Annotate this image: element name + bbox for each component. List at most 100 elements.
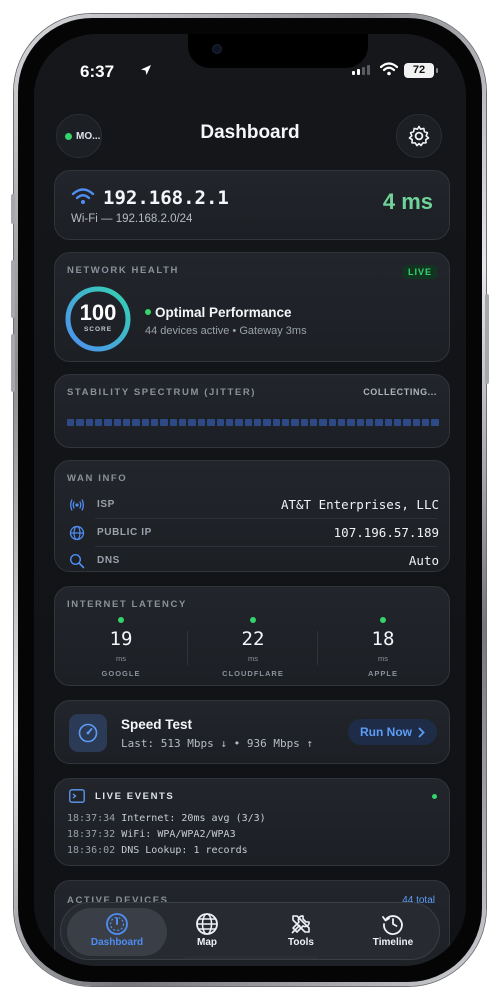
latency-unit: ms (116, 654, 126, 663)
antenna-icon (70, 499, 84, 511)
jitter-bar (207, 419, 215, 426)
jitter-bar (263, 419, 271, 426)
jitter-bar (328, 419, 336, 426)
wifi-icon (71, 188, 95, 204)
jitter-bar (188, 419, 196, 426)
jitter-bar (366, 419, 374, 426)
jitter-bar (347, 419, 355, 426)
phone-frame: 6:37 72 MO... Dashboard 192.168.2.1 Wi-F… (11, 14, 489, 986)
phone-bezel: 6:37 72 MO... Dashboard 192.168.2.1 Wi-F… (18, 18, 482, 982)
speed-test-card[interactable]: Speed Test Last: 513 Mbps ↓ • 936 Mbps ↑… (54, 700, 450, 764)
latency-target-apple: 18 ms APPLE (317, 617, 449, 678)
jitter-bar (253, 419, 262, 426)
gauge-icon (106, 913, 128, 935)
jitter-bar (272, 419, 280, 426)
wan-value-isp: AT&T Enterprises, LLC (280, 497, 439, 512)
latency-target-name: APPLE (367, 669, 398, 678)
network-health-card[interactable]: NETWORK HEALTH LIVE 100 SCORE Optimal Pe… (54, 252, 450, 362)
tab-label: Timeline (372, 937, 414, 948)
latency-target-name: GOOGLE (101, 669, 141, 678)
jitter-bar (67, 419, 75, 426)
tab-label: Map (197, 937, 217, 948)
jitter-bar (422, 419, 430, 426)
latency-status-dot (250, 617, 256, 623)
stability-status: COLLECTING... (363, 387, 437, 397)
local-ip: 192.168.2.1 (103, 187, 229, 209)
live-badge: LIVE (402, 265, 437, 279)
jitter-bar (104, 419, 112, 426)
jitter-bar (151, 419, 159, 426)
tab-label: Tools (288, 937, 314, 948)
jitter-bar (123, 419, 131, 426)
jitter-bar (309, 419, 318, 426)
connection-card[interactable]: 192.168.2.1 Wi-Fi — 192.168.2.0/24 4 ms (54, 170, 450, 240)
speed-test-last-result: Last: 513 Mbps ↓ • 936 Mbps ↑ (121, 737, 314, 750)
jitter-bar (412, 419, 421, 426)
wan-value-public-ip: 107.196.57.189 (333, 525, 439, 540)
latency-target-name: CLOUDFLARE (222, 669, 284, 678)
event-time: 18:37:34 (67, 813, 116, 824)
health-status-dot (145, 309, 151, 315)
jitter-bar (169, 419, 178, 426)
event-line: 18:37:32 WiFi: WPA/WPA2/WPA3 (67, 829, 236, 840)
power-button (485, 294, 489, 384)
wifi-status-icon (380, 62, 398, 76)
gear-icon (408, 125, 430, 147)
tab-dashboard[interactable]: Dashboard (67, 908, 167, 956)
terminal-icon (69, 789, 85, 803)
jitter-bar (76, 419, 84, 426)
internet-latency-card: INTERNET LATENCY 19 ms GOOGLE 22 ms CLOU… (54, 586, 450, 686)
jitter-bar (225, 419, 234, 426)
live-events-card[interactable]: LIVE EVENTS 18:37:34 Internet: 20ms avg … (54, 778, 450, 866)
event-text: WiFi: WPA/WPA2/WPA3 (121, 829, 236, 840)
globe-icon (69, 525, 85, 541)
latency-target-google: 19 ms GOOGLE (55, 617, 187, 678)
latency-value: 18 (371, 628, 395, 650)
latency-status-dot (118, 617, 124, 623)
jitter-bar (384, 419, 393, 426)
status-time: 6:37 (80, 62, 115, 81)
jitter-bar (85, 419, 94, 426)
jitter-bar (403, 419, 411, 426)
event-line: 18:37:34 Internet: 20ms avg (3/3) (67, 813, 266, 824)
wan-key-dns: DNS (97, 555, 120, 566)
tab-tools[interactable]: Tools (251, 908, 351, 956)
latency-status-dot (380, 617, 386, 623)
event-time: 18:37:32 (67, 829, 116, 840)
location-arrow-icon (141, 65, 151, 75)
jitter-bar (216, 419, 224, 426)
wan-info-card: WAN INFO ISP AT&T Enterprises, LLC PUBLI… (54, 460, 450, 572)
tools-icon (291, 915, 310, 934)
jitter-bar (244, 419, 252, 426)
settings-button[interactable] (396, 114, 442, 158)
wan-info-label: WAN INFO (67, 473, 128, 484)
health-status-title: Optimal Performance (155, 305, 292, 320)
run-now-label: Run Now (360, 725, 412, 739)
speed-test-icon-tile (69, 714, 107, 752)
battery-indicator: 72 (404, 63, 438, 78)
jitter-bar (300, 419, 308, 426)
wan-key-public-ip: PUBLIC IP (97, 527, 152, 538)
jitter-bar (132, 419, 140, 426)
tab-timeline[interactable]: Timeline (343, 908, 443, 956)
jitter-bar (375, 419, 383, 426)
wan-row-isp: ISP AT&T Enterprises, LLC (55, 491, 451, 518)
jitter-bar (431, 419, 439, 426)
jitter-bar (394, 419, 402, 426)
jitter-bar (95, 419, 103, 426)
health-score: 100 (79, 300, 117, 325)
jitter-bar (337, 419, 346, 426)
jitter-bar (141, 419, 150, 426)
tab-map[interactable]: Map (157, 908, 257, 956)
chevron-right-icon (418, 727, 425, 737)
latency-unit: ms (378, 654, 388, 663)
wan-value-dns: Auto (408, 553, 439, 568)
jitter-bar (113, 419, 122, 426)
internet-latency-label: INTERNET LATENCY (67, 599, 187, 610)
run-speed-test-button[interactable]: Run Now (348, 719, 437, 745)
jitter-bar (356, 419, 364, 426)
jitter-bar (235, 419, 243, 426)
live-events-dot (432, 794, 437, 799)
event-time: 18:36:02 (67, 845, 116, 856)
wan-key-isp: ISP (97, 499, 115, 510)
